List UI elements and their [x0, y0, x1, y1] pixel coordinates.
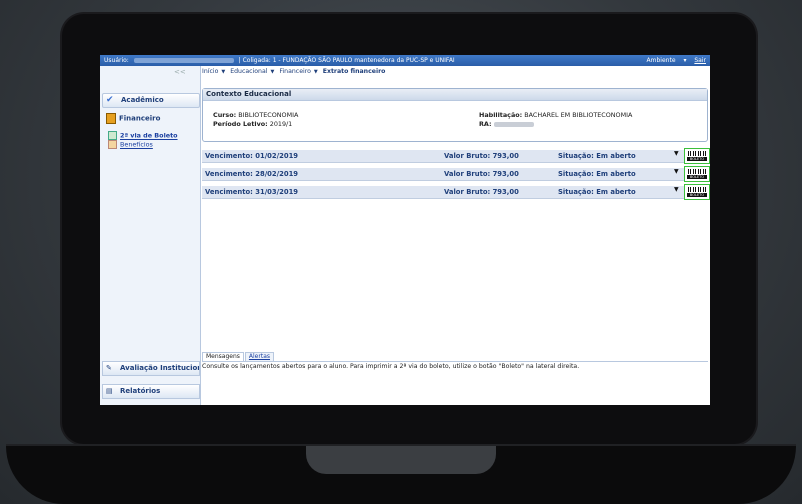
sidebar-section-academico[interactable]: ✔ Acadêmico	[102, 93, 200, 108]
academico-label: Acadêmico	[121, 96, 164, 104]
report-icon: ▤	[106, 387, 113, 395]
situacao: Situação: Em aberto	[558, 188, 636, 196]
tab-mensagens[interactable]: Mensagens	[202, 352, 244, 361]
ra-value-redacted	[493, 121, 534, 127]
pencil-icon: ✎	[106, 364, 112, 372]
message-text: Consulte os lançamentos abertos para o a…	[202, 363, 580, 370]
expand-row-icon[interactable]: ▼	[674, 186, 682, 193]
periodo-row: Período Letivo: 2019/1	[213, 120, 292, 128]
chevron-down-icon: ▼	[313, 69, 318, 75]
context-title: Contexto Educacional	[203, 89, 707, 101]
sidebar-section-relatorios[interactable]: ▤ Relatórios	[102, 384, 200, 399]
payment-row: Vencimento: 28/02/2019 Valor Bruto: 793,…	[202, 168, 686, 181]
academic-check-icon: ✔	[106, 95, 114, 105]
user-label: Usuário:	[104, 57, 129, 64]
curso-row: Curso: BIBLIOTECONOMIA	[213, 111, 298, 119]
chevron-down-icon: ▼	[270, 69, 275, 75]
payment-row: Vencimento: 31/03/2019 Valor Bruto: 793,…	[202, 186, 686, 199]
logout-link[interactable]: Sair	[694, 57, 706, 64]
message-body: Consulte os lançamentos abertos para o a…	[202, 361, 708, 405]
valor-bruto: Valor Bruto: 793,00	[444, 152, 519, 160]
barcode-icon	[688, 187, 706, 192]
expand-row-icon[interactable]: ▼	[674, 150, 682, 157]
coligada-text: | Coligada: 1 - FUNDAÇÃO SÃO PAULO mante…	[238, 57, 455, 64]
boleto-label: BOLETO	[687, 193, 707, 197]
sidebar-item-boleto[interactable]: 2ª via de Boleto	[108, 131, 178, 140]
financeiro-tree: 2ª via de Boleto Benefícios	[108, 131, 178, 149]
sidebar-item-beneficios[interactable]: Benefícios	[108, 140, 178, 149]
barcode-icon	[688, 151, 706, 156]
periodo-value: 2019/1	[269, 120, 293, 128]
breadcrumb-inicio[interactable]: Início	[202, 68, 218, 75]
sidebar: << ✔ Acadêmico Financeiro 2ª via de Bolet…	[100, 66, 201, 405]
financeiro-label: Financeiro	[119, 114, 161, 123]
avaliacao-label: Avaliação Institucional	[120, 364, 199, 372]
collapse-sidebar-icon[interactable]: <<	[174, 68, 186, 76]
curso-label: Curso:	[213, 111, 237, 119]
chevron-down-icon: ▾	[683, 57, 687, 64]
barcode-icon	[688, 169, 706, 174]
sidebar-item-beneficios-label[interactable]: Benefícios	[120, 141, 153, 149]
habilitacao-value: BACHAREL EM BIBLIOTECONOMIA	[524, 111, 633, 119]
top-bar-right: Ambiente ▾ Sair	[635, 55, 706, 66]
relatorios-label: Relatórios	[120, 387, 161, 395]
boleto-button[interactable]: BOLETO	[684, 184, 710, 200]
sidebar-item-boleto-label[interactable]: 2ª via de Boleto	[120, 132, 178, 140]
benefits-icon	[108, 140, 117, 149]
payment-row: Vencimento: 01/02/2019 Valor Bruto: 793,…	[202, 150, 686, 163]
boleto-label: BOLETO	[687, 175, 707, 179]
valor-bruto: Valor Bruto: 793,00	[444, 188, 519, 196]
breadcrumb-current: Extrato financeiro	[322, 68, 386, 75]
top-bar: Usuário: | Coligada: 1 - FUNDAÇÃO SÃO PA…	[100, 55, 710, 66]
user-name-redacted	[133, 58, 234, 63]
tab-alertas[interactable]: Alertas	[244, 352, 274, 361]
periodo-label: Período Letivo:	[213, 120, 268, 128]
vencimento: Vencimento: 31/03/2019	[205, 188, 299, 196]
chevron-down-icon: ▼	[221, 69, 226, 75]
user-info: Usuário: | Coligada: 1 - FUNDAÇÃO SÃO PA…	[104, 55, 455, 66]
expand-row-icon[interactable]: ▼	[674, 168, 682, 175]
vencimento: Vencimento: 01/02/2019	[205, 152, 299, 160]
message-tabs: Mensagens Alertas	[202, 352, 275, 361]
habilitacao-row: Habilitação: BACHAREL EM BIBLIOTECONOMIA	[479, 111, 632, 119]
boleto-button[interactable]: BOLETO	[684, 148, 710, 164]
boleto-label: BOLETO	[687, 157, 707, 161]
finance-icon	[106, 113, 116, 124]
breadcrumb: Início ▼ Educacional ▼ Financeiro ▼ Extrato…	[202, 67, 708, 77]
ambiente-label: Ambiente	[646, 57, 676, 64]
laptop-notch	[306, 446, 496, 474]
situacao: Situação: Em aberto	[558, 152, 636, 160]
vencimento: Vencimento: 28/02/2019	[205, 170, 299, 178]
ra-row: RA:	[479, 120, 534, 128]
breadcrumb-financeiro[interactable]: Financeiro	[279, 68, 311, 75]
habilitacao-label: Habilitação:	[479, 111, 523, 119]
sidebar-section-avaliacao[interactable]: ✎ Avaliação Institucional	[102, 361, 200, 376]
valor-bruto: Valor Bruto: 793,00	[444, 170, 519, 178]
context-panel: Contexto Educacional Curso: BIBLIOTECONO…	[202, 88, 708, 142]
boleto-button[interactable]: BOLETO	[684, 166, 710, 182]
ambiente-menu[interactable]: Ambiente ▾	[641, 57, 687, 64]
boleto-doc-icon	[108, 131, 117, 140]
curso-value: BIBLIOTECONOMIA	[238, 111, 299, 119]
breadcrumb-educacional[interactable]: Educacional	[230, 68, 267, 75]
ra-label: RA:	[479, 120, 492, 128]
sidebar-section-financeiro[interactable]: Financeiro	[106, 113, 160, 124]
situacao: Situação: Em aberto	[558, 170, 636, 178]
screen: Usuário: | Coligada: 1 - FUNDAÇÃO SÃO PA…	[100, 55, 710, 405]
